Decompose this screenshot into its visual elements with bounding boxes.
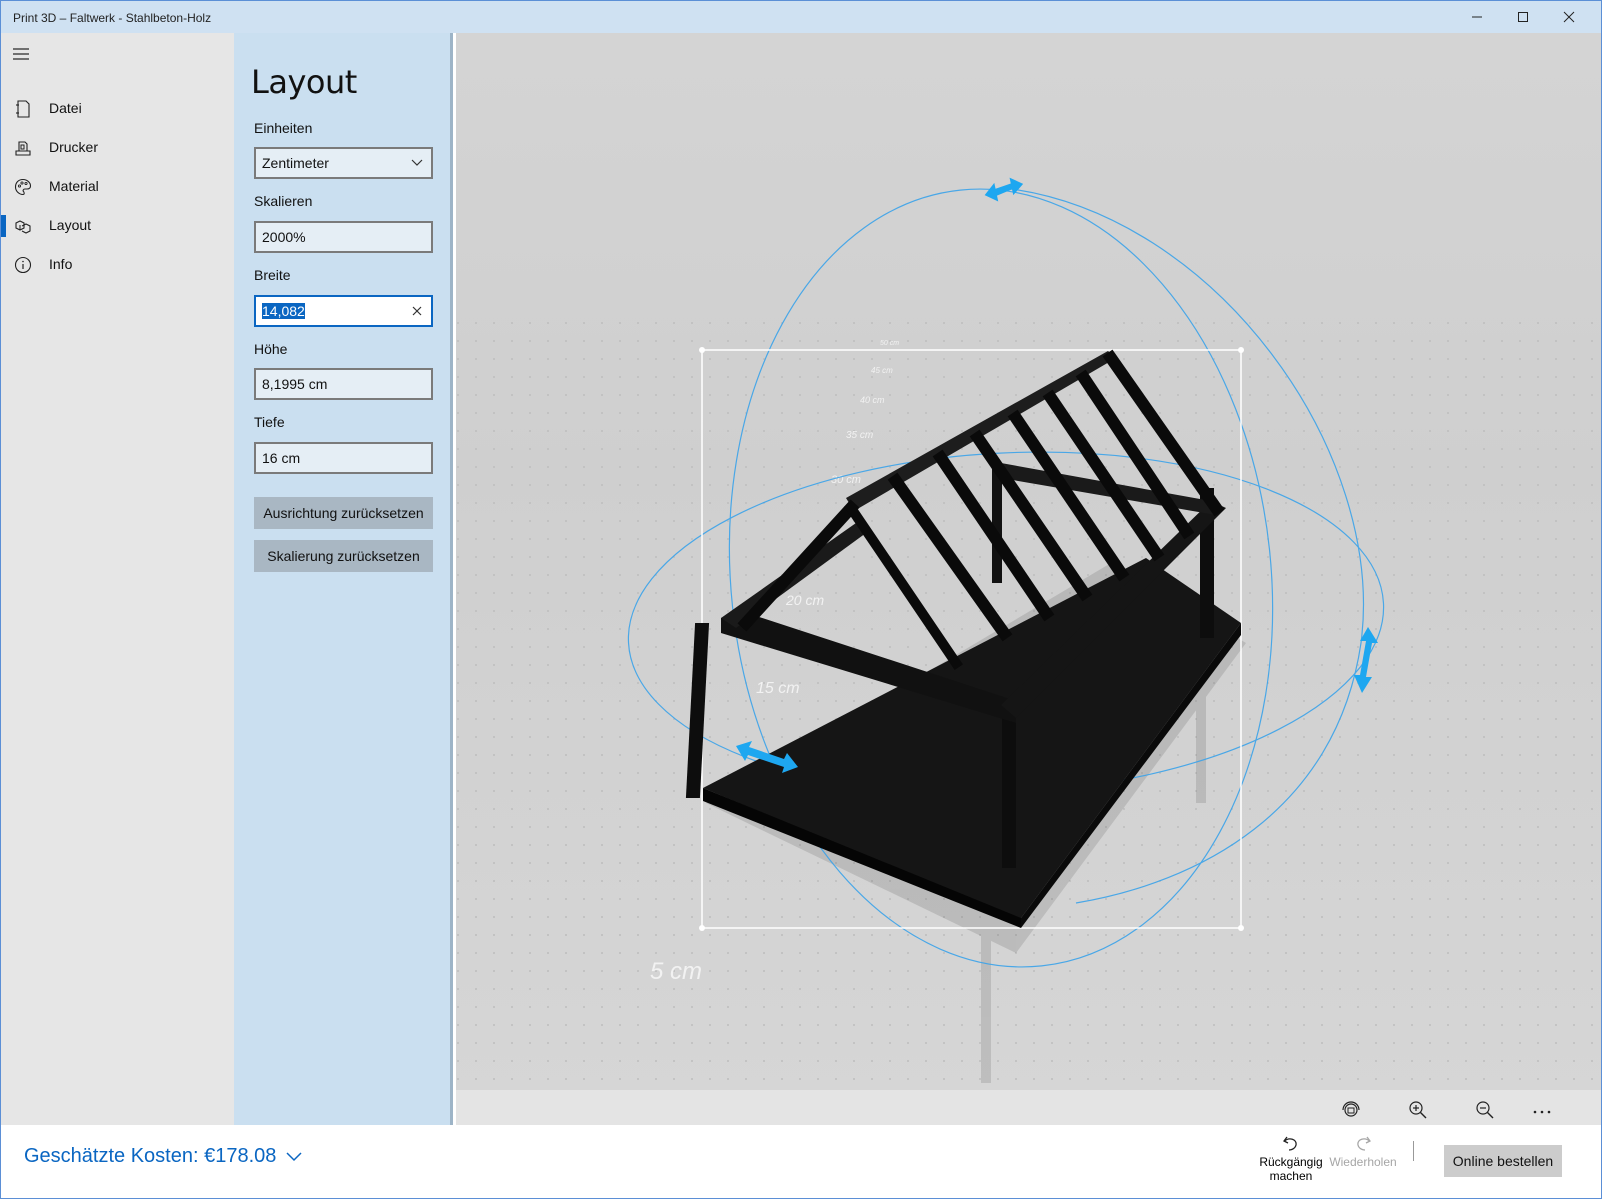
depth-input[interactable]: 16 cm xyxy=(254,442,433,474)
app-window: Print 3D – Faltwerk - Stahlbeton-Holz Da… xyxy=(0,0,1602,1199)
height-input[interactable]: 8,1995 cm xyxy=(254,368,433,400)
redo-button[interactable]: Wiederholen xyxy=(1327,1133,1399,1169)
layout-icon xyxy=(15,220,31,234)
chevron-down-icon xyxy=(286,1151,302,1161)
minimize-button[interactable] xyxy=(1454,1,1500,33)
reset-scale-button[interactable]: Skalierung zurücksetzen xyxy=(254,540,433,572)
redo-icon xyxy=(1357,1136,1371,1151)
units-dropdown[interactable]: Zentimeter xyxy=(254,147,433,179)
nav-item-drucker[interactable]: Drucker xyxy=(1,127,234,167)
window-title: Print 3D – Faltwerk - Stahlbeton-Holz xyxy=(13,11,212,25)
layout-panel: Layout Einheiten Zentimeter Skalieren 20… xyxy=(234,33,453,1125)
depth-value: 16 cm xyxy=(262,450,301,466)
grid-label: 20 cm xyxy=(785,592,824,608)
scale-value: 2000% xyxy=(262,229,306,245)
estimated-cost-toggle[interactable]: Geschätzte Kosten: €178.08 xyxy=(24,1145,302,1168)
maximize-button[interactable] xyxy=(1500,1,1546,33)
grid-label: 5 cm xyxy=(650,958,702,985)
printer-icon xyxy=(15,141,31,156)
viewport-toolbar xyxy=(456,1090,1601,1125)
scale-input[interactable]: 2000% xyxy=(254,221,433,253)
width-label: Breite xyxy=(254,267,291,283)
nav-item-material[interactable]: Material xyxy=(1,166,234,206)
grid-label: 15 cm xyxy=(756,680,800,697)
undo-label-line1: Rückgängig xyxy=(1259,1155,1323,1169)
palette-icon xyxy=(14,178,32,196)
bottom-bar: Geschätzte Kosten: €178.08 Rückgängig ma… xyxy=(1,1125,1601,1198)
redo-label: Wiederholen xyxy=(1329,1155,1397,1169)
chevron-down-icon xyxy=(411,159,423,166)
nav-item-datei[interactable]: Datei xyxy=(1,88,234,128)
title-bar: Print 3D – Faltwerk - Stahlbeton-Holz xyxy=(1,1,1601,33)
width-value: 14,082 xyxy=(262,303,305,319)
estimated-cost-label: Geschätzte Kosten: €178.08 xyxy=(24,1145,277,1167)
more-options-icon[interactable] xyxy=(1530,1098,1554,1122)
height-label: Höhe xyxy=(254,341,288,357)
nav-item-label: Material xyxy=(49,178,99,194)
info-icon xyxy=(14,256,32,274)
units-value: Zentimeter xyxy=(262,155,329,171)
grid-label: 45 cm xyxy=(871,366,893,375)
nav-item-label: Datei xyxy=(49,100,82,116)
nav-item-label: Info xyxy=(49,256,73,272)
grid-label: 50 cm xyxy=(880,340,899,347)
depth-label: Tiefe xyxy=(254,414,285,430)
nav-pane: Datei Drucker Material Layout Info xyxy=(1,33,234,1125)
scale-label: Skalieren xyxy=(254,193,313,209)
panel-title: Layout xyxy=(251,63,357,101)
maximize-icon xyxy=(1518,12,1528,22)
grid-label: 40 cm xyxy=(860,395,885,405)
zoom-in-icon[interactable] xyxy=(1406,1098,1430,1122)
undo-button[interactable]: Rückgängig machen xyxy=(1259,1133,1323,1183)
3d-viewport[interactable]: 50 cm 45 cm 40 cm 35 cm 30 cm 20 cm 15 c… xyxy=(456,33,1601,1125)
clear-icon[interactable] xyxy=(411,305,423,317)
height-value: 8,1995 cm xyxy=(262,376,328,392)
nav-item-label: Layout xyxy=(49,217,92,233)
hamburger-menu-icon[interactable] xyxy=(13,47,31,61)
order-online-button[interactable]: Online bestellen xyxy=(1444,1145,1562,1177)
file-icon xyxy=(16,100,30,118)
scene-canvas: 50 cm 45 cm 40 cm 35 cm 30 cm 20 cm 15 c… xyxy=(456,177,1601,1090)
nav-item-info[interactable]: Info xyxy=(1,244,234,284)
reset-view-icon[interactable] xyxy=(1339,1098,1363,1122)
undo-icon xyxy=(1283,1136,1297,1151)
grid-label: 35 cm xyxy=(846,430,873,441)
width-input[interactable]: 14,082 xyxy=(254,295,433,327)
undo-label-line2: machen xyxy=(1269,1169,1313,1183)
minimize-icon xyxy=(1472,16,1482,18)
zoom-out-icon[interactable] xyxy=(1473,1098,1497,1122)
units-label: Einheiten xyxy=(254,120,313,136)
bottom-divider xyxy=(1413,1141,1414,1161)
nav-item-label: Drucker xyxy=(49,139,99,155)
close-button[interactable] xyxy=(1546,1,1592,33)
nav-item-layout[interactable]: Layout xyxy=(1,205,234,245)
close-icon xyxy=(1563,11,1575,23)
reset-orientation-button[interactable]: Ausrichtung zurücksetzen xyxy=(254,497,433,529)
